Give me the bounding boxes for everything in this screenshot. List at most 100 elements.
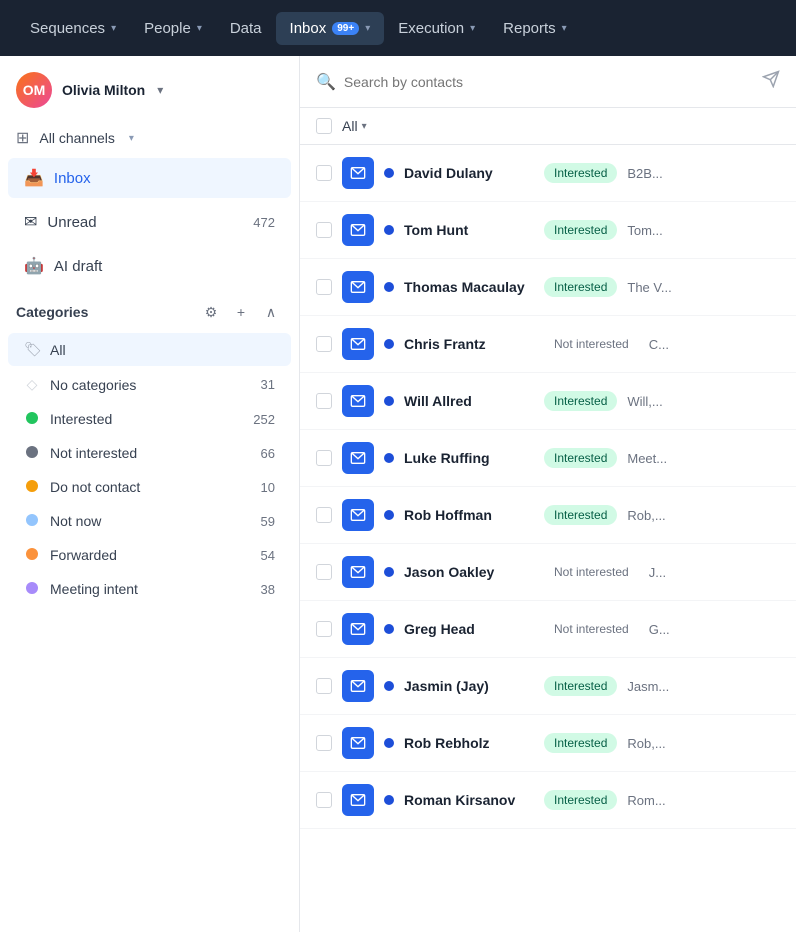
nav-sequences[interactable]: Sequences ▾ bbox=[16, 12, 130, 45]
contact-checkbox[interactable] bbox=[316, 165, 332, 181]
contact-row[interactable]: David Dulany Interested B2B... bbox=[300, 145, 796, 202]
contact-preview: Meet... bbox=[627, 451, 780, 466]
contact-checkbox[interactable] bbox=[316, 792, 332, 808]
all-filter[interactable]: All ▾ bbox=[342, 118, 367, 134]
contact-row[interactable]: Rob Hoffman Interested Rob,... bbox=[300, 487, 796, 544]
contact-status-badge: Interested bbox=[544, 790, 617, 810]
contact-mail-icon bbox=[342, 784, 374, 816]
contact-row[interactable]: Will Allred Interested Will,... bbox=[300, 373, 796, 430]
contact-mail-icon bbox=[342, 499, 374, 531]
contact-name: Luke Ruffing bbox=[404, 450, 534, 466]
sidebar-ai-draft[interactable]: 🤖 AI draft bbox=[8, 246, 291, 286]
category-all[interactable]: 🏷 All bbox=[8, 333, 291, 366]
nav-reports[interactable]: Reports ▾ bbox=[489, 12, 581, 45]
all-filter-chevron: ▾ bbox=[362, 121, 367, 132]
no-categories-icon: ◇ bbox=[24, 376, 40, 393]
contact-row[interactable]: Greg Head Not interested G... bbox=[300, 601, 796, 658]
unread-count: 472 bbox=[253, 215, 275, 230]
contact-checkbox[interactable] bbox=[316, 564, 332, 580]
contact-checkbox[interactable] bbox=[316, 450, 332, 466]
category-meeting-intent-label: Meeting intent bbox=[50, 581, 138, 597]
contact-row[interactable]: Roman Kirsanov Interested Rom... bbox=[300, 772, 796, 829]
contact-status-badge: Interested bbox=[544, 505, 617, 525]
not-now-icon bbox=[24, 513, 40, 529]
contact-preview: Rom... bbox=[627, 793, 780, 808]
contact-checkbox[interactable] bbox=[316, 735, 332, 751]
contact-status-dot bbox=[384, 738, 394, 748]
not-interested-icon bbox=[24, 445, 40, 461]
category-not-interested-label: Not interested bbox=[50, 445, 137, 461]
channel-selector[interactable]: ⊞ All channels ▾ bbox=[0, 120, 299, 156]
contact-row[interactable]: Jasmin (Jay) Interested Jasm... bbox=[300, 658, 796, 715]
categories-collapse-button[interactable]: ∧ bbox=[259, 300, 283, 324]
interested-count: 252 bbox=[253, 412, 275, 427]
contact-mail-icon bbox=[342, 727, 374, 759]
user-chevron-icon: ▾ bbox=[157, 83, 163, 97]
contact-status-badge: Interested bbox=[544, 277, 617, 297]
inbox-badge: 99+ bbox=[332, 22, 359, 35]
sidebar-inbox[interactable]: 📥 Inbox bbox=[8, 158, 291, 198]
category-not-now-label: Not now bbox=[50, 513, 101, 529]
user-selector[interactable]: OM Olivia Milton ▾ bbox=[0, 56, 299, 120]
categories-settings-button[interactable]: ⚙ bbox=[199, 300, 223, 324]
contact-row[interactable]: Rob Rebholz Interested Rob,... bbox=[300, 715, 796, 772]
category-forwarded[interactable]: Forwarded 54 bbox=[8, 539, 291, 571]
contact-status-dot bbox=[384, 396, 394, 406]
nav-people-label: People bbox=[144, 20, 191, 37]
sidebar-unread[interactable]: ✉ Unread 472 bbox=[8, 202, 291, 242]
search-input[interactable] bbox=[344, 74, 754, 90]
contact-row[interactable]: Thomas Macaulay Interested The V... bbox=[300, 259, 796, 316]
contact-mail-icon bbox=[342, 442, 374, 474]
meeting-intent-count: 38 bbox=[261, 582, 275, 597]
nav-data[interactable]: Data bbox=[216, 12, 276, 45]
contact-status-badge: Not interested bbox=[544, 334, 639, 354]
contact-row[interactable]: Jason Oakley Not interested J... bbox=[300, 544, 796, 601]
contact-mail-icon bbox=[342, 385, 374, 417]
search-icon: 🔍 bbox=[316, 72, 336, 92]
category-no-categories[interactable]: ◇ No categories 31 bbox=[8, 368, 291, 401]
categories-header: Categories ⚙ + ∧ bbox=[0, 288, 299, 332]
category-do-not-contact[interactable]: Do not contact 10 bbox=[8, 471, 291, 503]
channel-chevron-icon: ▾ bbox=[129, 133, 134, 144]
contact-row[interactable]: Tom Hunt Interested Tom... bbox=[300, 202, 796, 259]
contact-preview: G... bbox=[649, 622, 780, 637]
nav-people[interactable]: People ▾ bbox=[130, 12, 216, 45]
contact-checkbox[interactable] bbox=[316, 393, 332, 409]
inbox-icon: 📥 bbox=[24, 168, 44, 188]
contact-mail-icon bbox=[342, 328, 374, 360]
contact-checkbox[interactable] bbox=[316, 279, 332, 295]
contact-row[interactable]: Chris Frantz Not interested C... bbox=[300, 316, 796, 373]
meeting-intent-icon bbox=[24, 581, 40, 597]
do-not-contact-count: 10 bbox=[261, 480, 275, 495]
category-not-interested[interactable]: Not interested 66 bbox=[8, 437, 291, 469]
contact-checkbox[interactable] bbox=[316, 222, 332, 238]
contact-preview: Jasm... bbox=[627, 679, 780, 694]
contact-status-badge: Interested bbox=[544, 733, 617, 753]
category-forwarded-label: Forwarded bbox=[50, 547, 117, 563]
contact-checkbox[interactable] bbox=[316, 621, 332, 637]
contact-name: Thomas Macaulay bbox=[404, 279, 534, 295]
nav-inbox[interactable]: Inbox 99+ ▾ bbox=[276, 12, 385, 45]
nav-execution[interactable]: Execution ▾ bbox=[384, 12, 489, 45]
contact-checkbox[interactable] bbox=[316, 507, 332, 523]
reports-chevron-icon: ▾ bbox=[562, 23, 567, 34]
contact-checkbox[interactable] bbox=[316, 336, 332, 352]
contact-row[interactable]: Luke Ruffing Interested Meet... bbox=[300, 430, 796, 487]
contact-checkbox[interactable] bbox=[316, 678, 332, 694]
contact-preview: Tom... bbox=[627, 223, 780, 238]
category-interested[interactable]: Interested 252 bbox=[8, 403, 291, 435]
contact-list: David Dulany Interested B2B... Tom Hunt … bbox=[300, 145, 796, 932]
contact-preview: C... bbox=[649, 337, 780, 352]
ai-draft-icon: 🤖 bbox=[24, 256, 44, 276]
select-all-checkbox[interactable] bbox=[316, 118, 332, 134]
contact-status-dot bbox=[384, 567, 394, 577]
category-meeting-intent[interactable]: Meeting intent 38 bbox=[8, 573, 291, 605]
forwarded-count: 54 bbox=[261, 548, 275, 563]
categories-add-button[interactable]: + bbox=[229, 300, 253, 324]
send-icon[interactable] bbox=[762, 70, 780, 93]
contact-status-dot bbox=[384, 624, 394, 634]
category-not-now[interactable]: Not now 59 bbox=[8, 505, 291, 537]
contact-status-badge: Interested bbox=[544, 676, 617, 696]
contact-status-dot bbox=[384, 453, 394, 463]
contact-name: Greg Head bbox=[404, 621, 534, 637]
